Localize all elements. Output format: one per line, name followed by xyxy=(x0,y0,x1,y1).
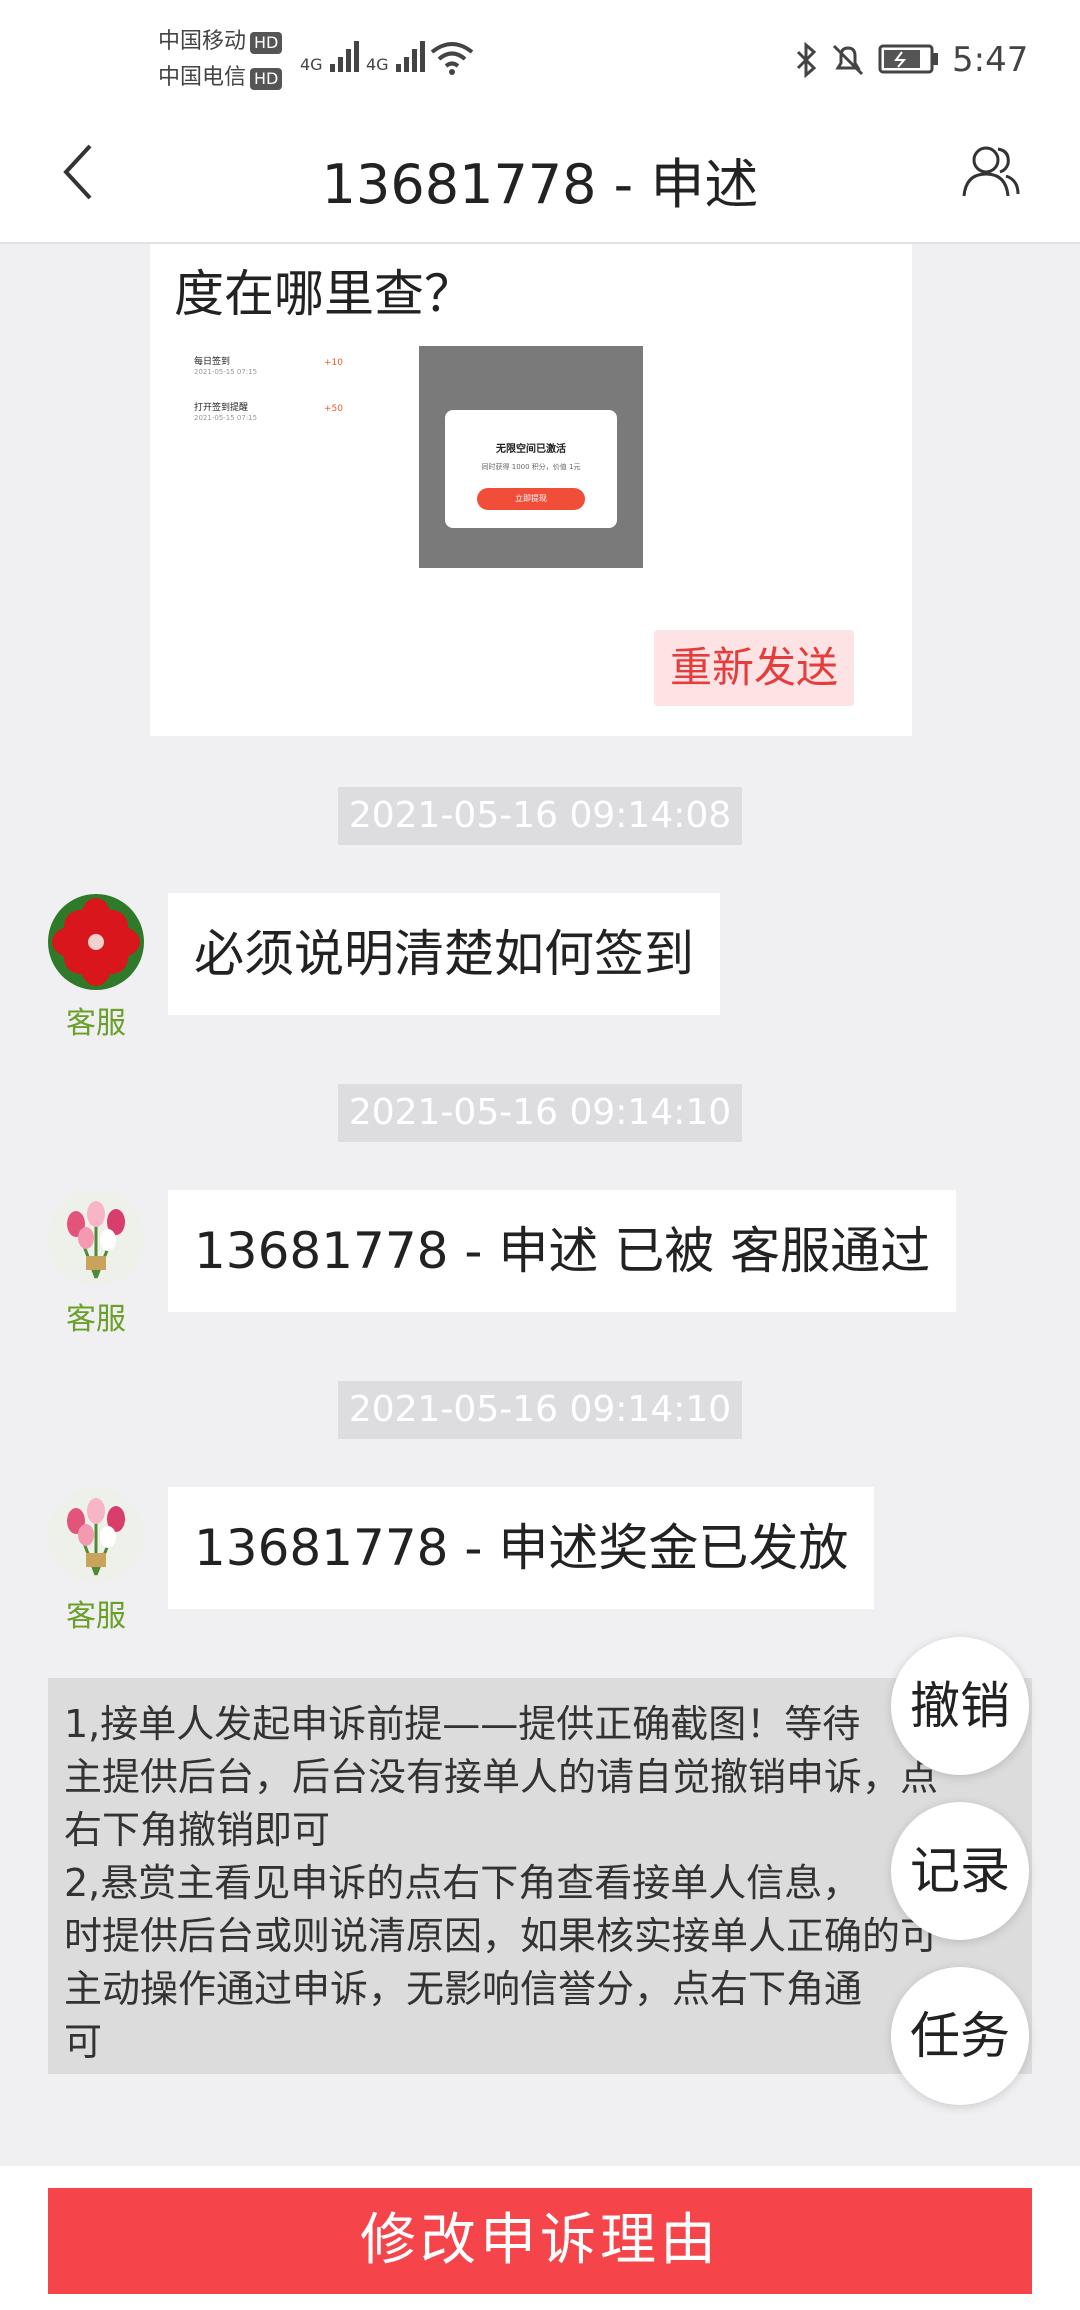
battery-icon xyxy=(878,44,940,78)
screenshot-popup: 无限空间已激活 同时获得 1000 积分，价值 1元 立即提现 xyxy=(445,410,617,528)
users-icon xyxy=(962,146,1020,197)
mute-bell-icon xyxy=(830,42,866,82)
timestamp: 2021-05-16 09:14:10 xyxy=(338,1381,742,1439)
screenshot-row1-label: 每日签到 xyxy=(194,357,231,367)
modify-appeal-reason-button[interactable]: 修改申诉理由 xyxy=(48,2188,1032,2294)
notice-line: 2,悬赏主看见申诉的点右下角查看接单人信息， xyxy=(64,1861,861,1905)
screenshot-row2-label: 打开签到提醒 xyxy=(194,403,249,413)
message-bubble: 必须说明清楚如何签到 xyxy=(168,893,720,1015)
users-button[interactable] xyxy=(960,140,1022,202)
message-bubble: 13681778 - 申述奖金已发放 xyxy=(168,1487,875,1609)
carrier-1: 中国移动 HD xyxy=(158,26,283,58)
screenshot-popup-title: 无限空间已激活 xyxy=(496,444,566,455)
wifi-icon xyxy=(430,40,474,80)
resend-button[interactable]: 重新发送 xyxy=(654,630,855,706)
notice-line: 主动操作通过申诉，无影响信誉分，点右下角通 xyxy=(64,1967,863,2011)
task-button[interactable]: 任务 xyxy=(891,1967,1029,2105)
message-text: 度在哪里查？ xyxy=(174,265,474,323)
notice-line: 可 xyxy=(64,2020,103,2064)
signal-icon-1: 4G xyxy=(300,38,364,74)
notice-line: 1,接单人发起申诉前提——提供正确截图！等待 xyxy=(64,1702,861,1746)
record-button[interactable]: 记录 xyxy=(891,1802,1029,1940)
notice-line: 主提供后台，后台没有接单人的请自觉撤销申诉，点 xyxy=(64,1755,939,1799)
tulip-avatar-icon xyxy=(48,1190,144,1286)
sender-name: 客服 xyxy=(66,1006,126,1041)
tulip-avatar-icon xyxy=(48,1487,144,1583)
screenshot-popup-button: 立即提现 xyxy=(477,488,585,510)
avatar[interactable] xyxy=(48,894,144,990)
sender-name: 客服 xyxy=(66,1302,126,1337)
timestamp: 2021-05-16 09:14:08 xyxy=(338,787,742,845)
clock: 5:47 xyxy=(952,40,1029,80)
status-bar: 中国移动 HD 中国电信 HD 4G 4G 5:47 xyxy=(0,0,1080,120)
screenshot-row1-date: 2021-05-15 07:15 xyxy=(194,368,258,376)
page-title: 13681778 - 申述 xyxy=(321,153,759,216)
flower-avatar-icon xyxy=(48,894,144,990)
screenshot-row2-points: +50 xyxy=(324,404,343,414)
notice-line: 右下角撤销即可 xyxy=(64,1808,331,1852)
cancel-button[interactable]: 撤销 xyxy=(891,1637,1029,1775)
notice-line: 时提供后台或则说清原因，如果核实接单人正确的可 xyxy=(64,1914,939,1958)
notice-panel: 1,接单人发起申诉前提——提供正确截图！等待 主提供后台，后台没有接单人的请自觉… xyxy=(48,1678,1032,2074)
screenshot-popup-sub: 同时获得 1000 积分，价值 1元 xyxy=(481,463,581,471)
bluetooth-icon xyxy=(794,41,820,82)
timestamp: 2021-05-16 09:14:10 xyxy=(338,1084,742,1142)
avatar[interactable] xyxy=(48,1487,144,1583)
screenshot-image[interactable]: 无限空间已激活 同时获得 1000 积分，价值 1元 立即提现 xyxy=(419,346,643,568)
signal-icon-2: 4G xyxy=(366,38,430,74)
message-card: 度在哪里查？ 每日签到 2021-05-15 07:15 +10 打开签到提醒 … xyxy=(150,244,912,736)
message-bubble: 13681778 - 申述 已被 客服通过 xyxy=(168,1190,957,1312)
sender-name: 客服 xyxy=(66,1599,126,1634)
avatar[interactable] xyxy=(48,1190,144,1286)
screenshot-row1-points: +10 xyxy=(324,358,343,368)
screenshot-row2-date: 2021-05-15 07:15 xyxy=(194,414,258,422)
carrier-2: 中国电信 HD xyxy=(158,62,283,94)
